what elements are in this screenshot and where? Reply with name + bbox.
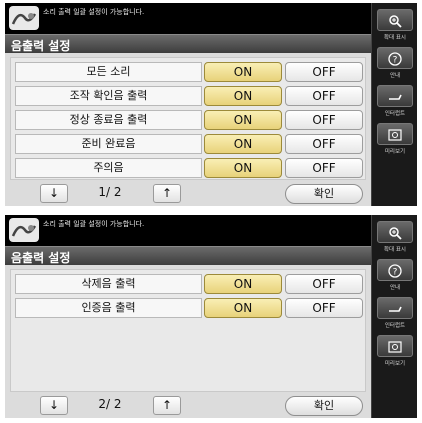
row-label: 삭제음 출력 — [15, 274, 202, 294]
list-item-all-sounds: 모든 소리 ON OFF — [15, 62, 363, 82]
on-button[interactable]: ON — [204, 298, 282, 318]
help-button[interactable]: ? — [377, 47, 413, 69]
interrupt-icon — [378, 87, 412, 107]
off-button[interactable]: OFF — [285, 298, 363, 318]
off-button[interactable]: OFF — [285, 158, 363, 178]
interrupt-label: 인터럽트 — [384, 111, 406, 117]
off-button[interactable]: OFF — [285, 62, 363, 82]
help-icon: ? — [378, 49, 412, 69]
help-label: 안내 — [389, 285, 401, 291]
side-panel: 확대 표시 ? 안내 인터럽트 미리보기 — [371, 215, 417, 418]
list-item-operation-confirm-sound: 조작 확인음 출력 ON OFF — [15, 86, 363, 106]
confirm-button[interactable]: 확인 — [285, 184, 363, 204]
off-button[interactable]: OFF — [285, 110, 363, 130]
preview-button[interactable] — [377, 335, 413, 357]
sound-settings-screen-page-1: 소리 출력 일괄 설정이 가능합니다. 음출력 설정 모든 소리 ON OFF … — [5, 3, 417, 206]
list-item-normal-completion-sound: 정상 종료음 출력 ON OFF — [15, 110, 363, 130]
footer: ↓ 2/ 2 ↑ 확인 — [5, 396, 371, 418]
page-up-button[interactable]: ↑ — [153, 396, 181, 415]
list-item-delete-sound: 삭제음 출력 ON OFF — [15, 274, 363, 294]
help-button[interactable]: ? — [377, 259, 413, 281]
preview-label: 미리보기 — [384, 361, 406, 367]
row-label: 준비 완료음 — [15, 134, 202, 154]
status-message: 소리 출력 일괄 설정이 가능합니다. — [43, 8, 145, 16]
row-label: 모든 소리 — [15, 62, 202, 82]
zoom-icon — [378, 223, 412, 243]
on-button[interactable]: ON — [204, 274, 282, 294]
off-button[interactable]: OFF — [285, 134, 363, 154]
interrupt-button[interactable] — [377, 297, 413, 319]
main-panel: 음출력 설정 삭제음 출력 ON OFF 인증음 출력 ON OFF ↓ 2/ … — [5, 246, 371, 418]
page-indicator: 2/ 2 — [98, 397, 122, 411]
svg-text:?: ? — [393, 56, 398, 66]
message-bar: 소리 출력 일괄 설정이 가능합니다. — [5, 215, 371, 245]
list-item-ready-sound: 준비 완료음 ON OFF — [15, 134, 363, 154]
off-button[interactable]: OFF — [285, 86, 363, 106]
interrupt-label: 인터럽트 — [384, 323, 406, 329]
title-bar: 음출력 설정 — [5, 34, 371, 53]
on-button[interactable]: ON — [204, 158, 282, 178]
row-label: 조작 확인음 출력 — [15, 86, 202, 106]
help-label: 안내 — [389, 73, 401, 79]
interrupt-button[interactable] — [377, 85, 413, 107]
title-bar: 음출력 설정 — [5, 246, 371, 265]
on-button[interactable]: ON — [204, 110, 282, 130]
status-message: 소리 출력 일괄 설정이 가능합니다. — [43, 220, 145, 228]
page-title: 음출력 설정 — [11, 251, 71, 265]
preview-icon — [378, 337, 412, 357]
page-title: 음출력 설정 — [11, 39, 71, 53]
list-item-authentication-sound: 인증음 출력 ON OFF — [15, 298, 363, 318]
help-icon: ? — [378, 261, 412, 281]
interrupt-icon — [378, 299, 412, 319]
list-item-caution-sound: 주의음 ON OFF — [15, 158, 363, 178]
preview-button[interactable] — [377, 123, 413, 145]
message-bar: 소리 출력 일괄 설정이 가능합니다. — [5, 3, 371, 33]
brand-logo-icon — [9, 218, 39, 242]
settings-list: 모든 소리 ON OFF 조작 확인음 출력 ON OFF 정상 종료음 출력 … — [10, 57, 366, 180]
zoom-button[interactable] — [377, 9, 413, 31]
zoom-label: 확대 표시 — [384, 35, 406, 41]
sound-settings-screen-page-2: 소리 출력 일괄 설정이 가능합니다. 음출력 설정 삭제음 출력 ON OFF… — [5, 215, 417, 418]
on-button[interactable]: ON — [204, 62, 282, 82]
preview-icon — [378, 125, 412, 145]
off-button[interactable]: OFF — [285, 274, 363, 294]
main-panel: 음출력 설정 모든 소리 ON OFF 조작 확인음 출력 ON OFF 정상 … — [5, 34, 371, 206]
row-label: 주의음 — [15, 158, 202, 178]
preview-label: 미리보기 — [384, 149, 406, 155]
row-label: 정상 종료음 출력 — [15, 110, 202, 130]
page-up-button[interactable]: ↑ — [153, 184, 181, 203]
confirm-button[interactable]: 확인 — [285, 396, 363, 416]
on-button[interactable]: ON — [204, 134, 282, 154]
zoom-button[interactable] — [377, 221, 413, 243]
on-button[interactable]: ON — [204, 86, 282, 106]
zoom-icon — [378, 11, 412, 31]
row-label: 인증음 출력 — [15, 298, 202, 318]
page-down-button[interactable]: ↓ — [40, 396, 68, 415]
page-down-button[interactable]: ↓ — [40, 184, 68, 203]
svg-text:?: ? — [393, 268, 398, 278]
brand-logo-icon — [9, 6, 39, 30]
footer: ↓ 1/ 2 ↑ 확인 — [5, 184, 371, 206]
settings-list: 삭제음 출력 ON OFF 인증음 출력 ON OFF — [10, 269, 366, 392]
side-panel: 확대 표시 ? 안내 인터럽트 미리보기 — [371, 3, 417, 206]
zoom-label: 확대 표시 — [384, 247, 406, 253]
page-indicator: 1/ 2 — [98, 185, 122, 199]
